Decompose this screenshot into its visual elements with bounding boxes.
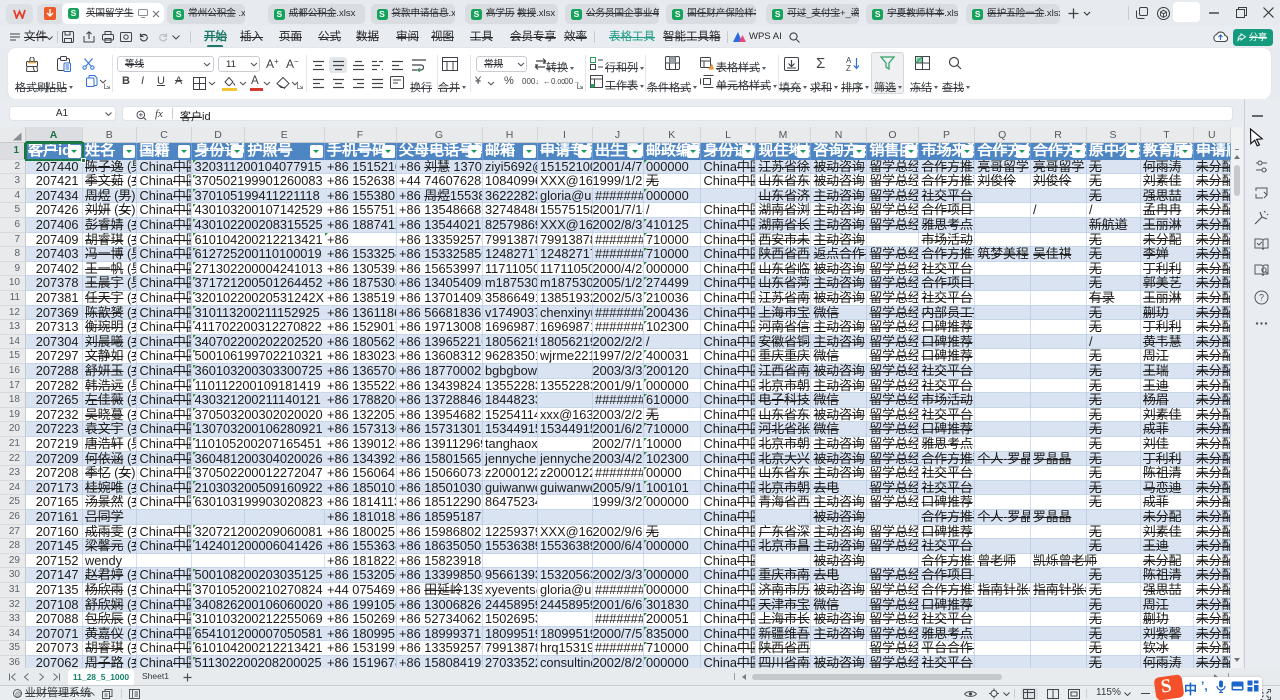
svg-text:?: ? bbox=[1259, 293, 1264, 303]
svg-text:Z: Z bbox=[846, 64, 851, 71]
svg-text:@: @ bbox=[15, 692, 21, 698]
